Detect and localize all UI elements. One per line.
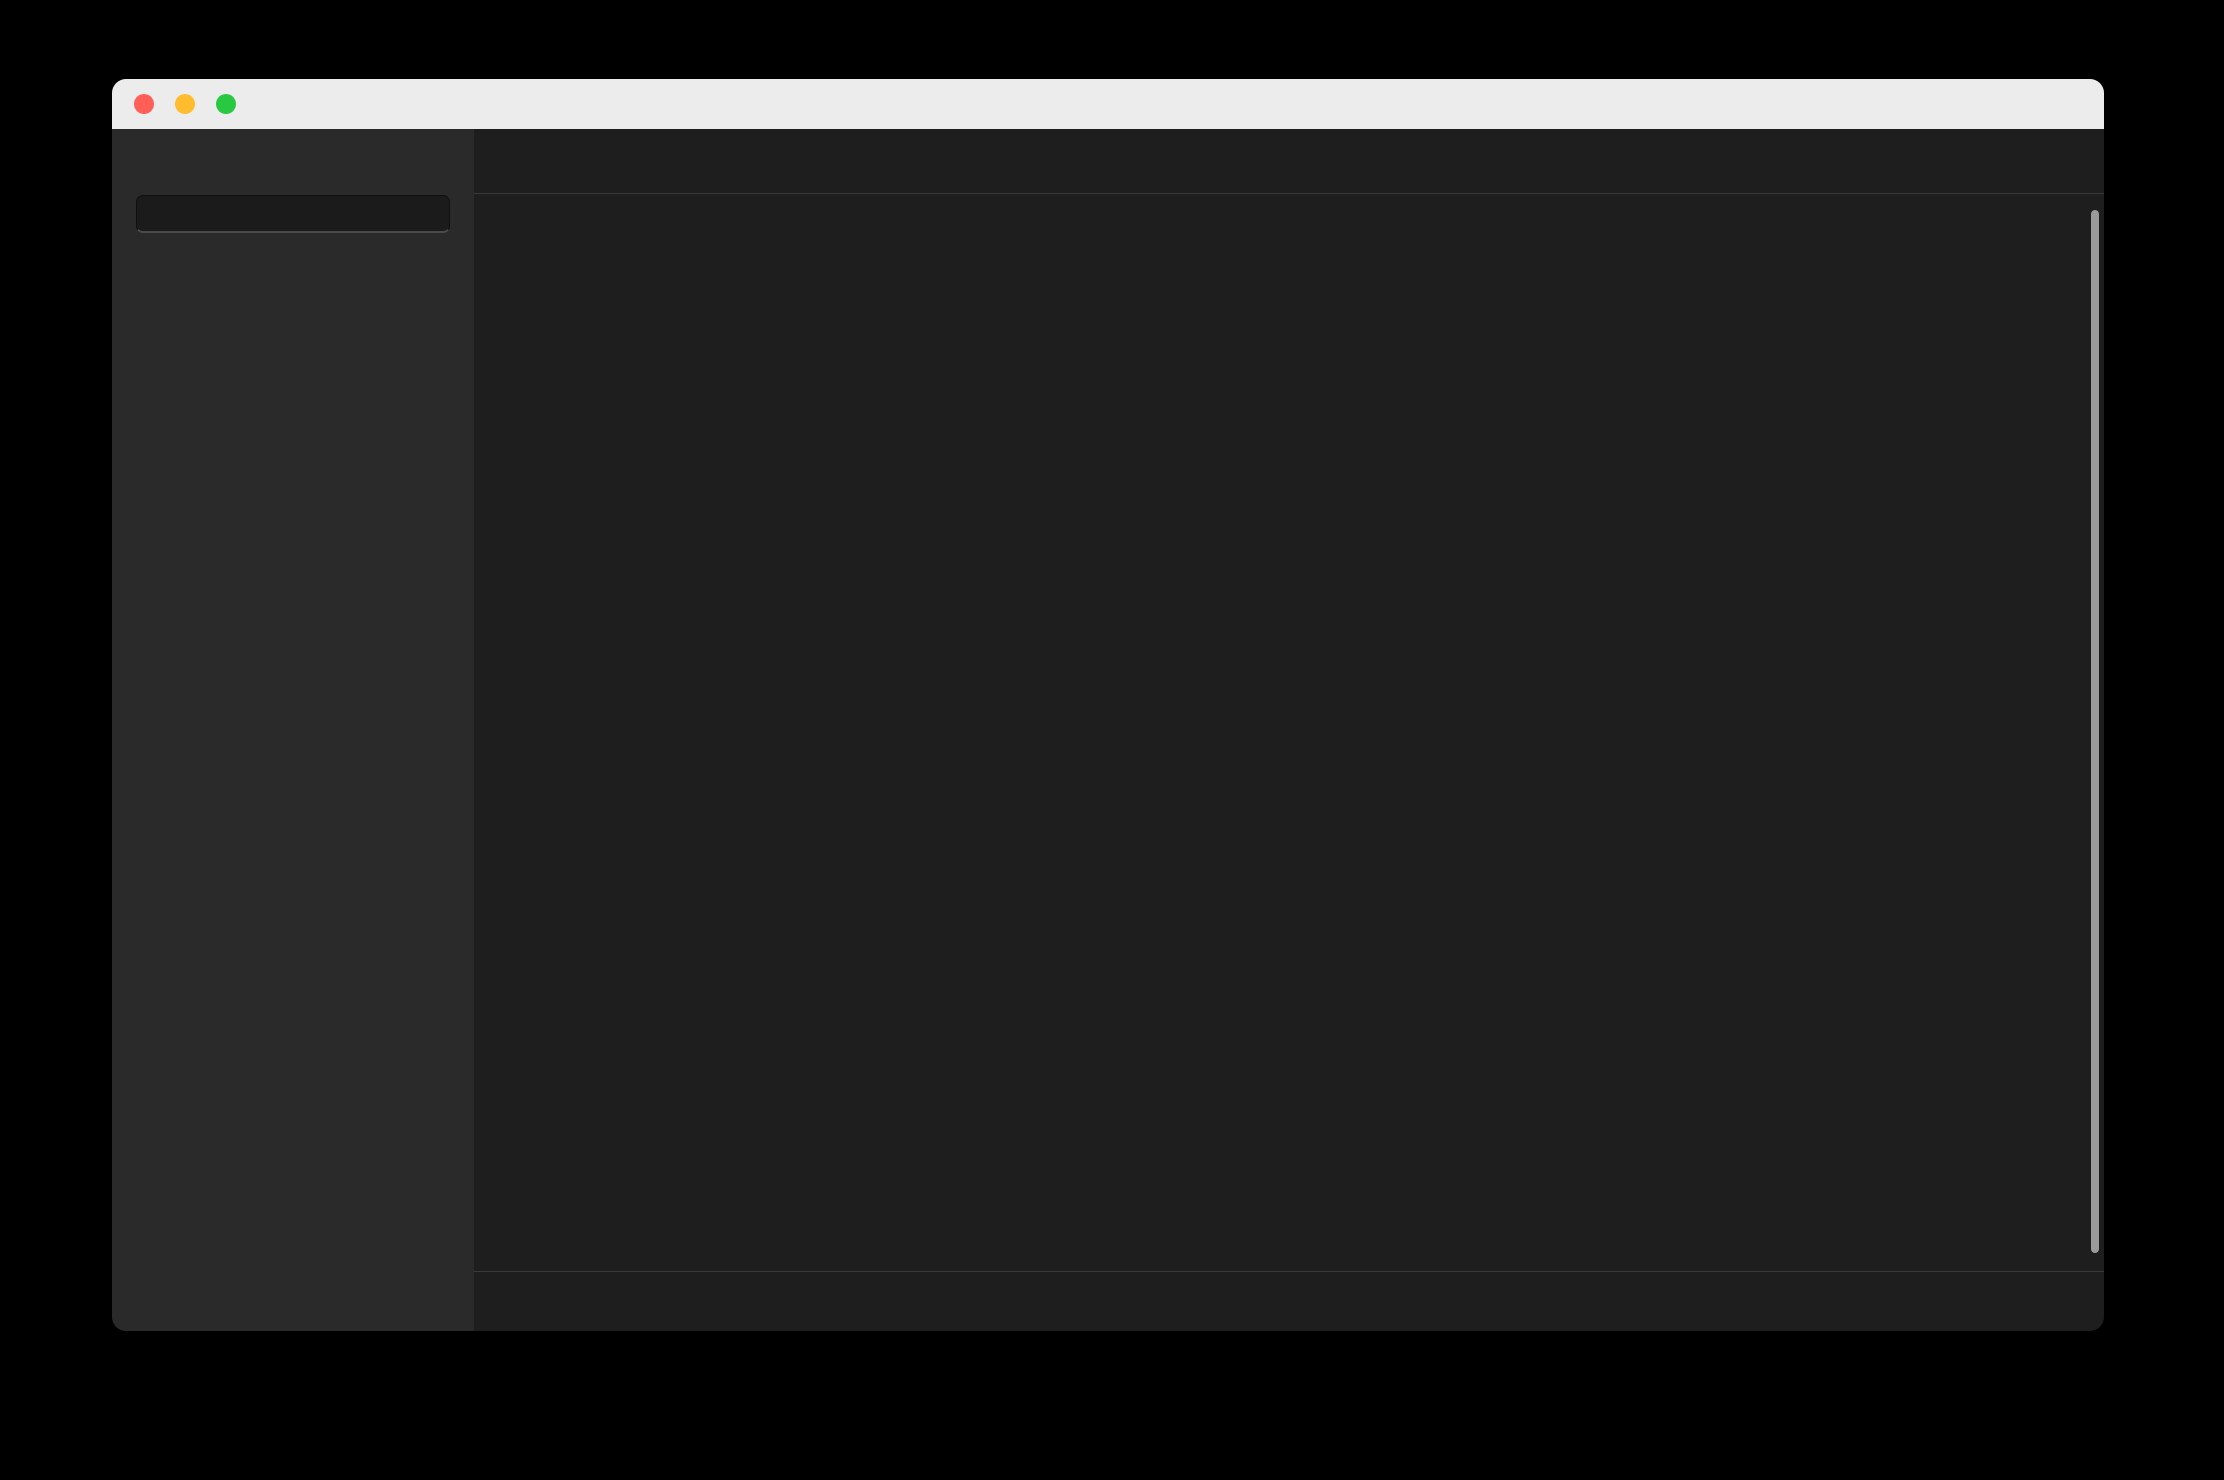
grid-view-button[interactable]: [580, 141, 626, 181]
scrollbar[interactable]: [2091, 210, 2099, 1253]
footer-bar: [112, 1271, 2104, 1331]
minimize-button[interactable]: [175, 94, 195, 114]
zoom-button[interactable]: [216, 94, 236, 114]
close-button[interactable]: [134, 94, 154, 114]
module-grid-container: [474, 193, 2104, 1271]
list-view-button[interactable]: [522, 141, 568, 181]
search-field: [136, 195, 450, 233]
search-input[interactable]: [136, 195, 450, 233]
view-toolbar: [474, 129, 2104, 193]
titlebar: [112, 79, 2104, 129]
sidebar: [112, 129, 474, 1271]
modules-manager-window: [112, 79, 2104, 1331]
results-count: [112, 1271, 474, 1331]
main-panel: [474, 129, 2104, 1271]
settings-button[interactable]: [2038, 141, 2078, 181]
